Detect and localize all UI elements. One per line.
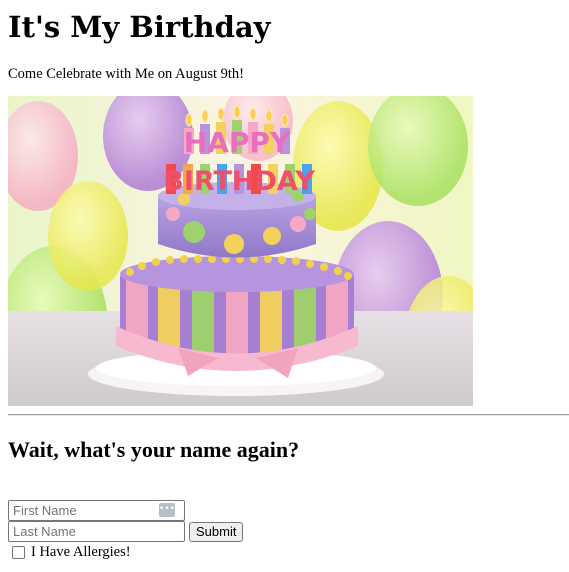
first-name-row: First Name ••• (8, 500, 561, 521)
name-form: First Name ••• Last Name Submit I Have A… (8, 500, 561, 563)
autofill-icon[interactable]: ••• (159, 503, 175, 517)
page-subtitle: Come Celebrate with Me on August 9th! (8, 66, 244, 82)
submit-button[interactable]: Submit (189, 521, 244, 542)
last-name-input[interactable]: Last Name (8, 521, 185, 542)
cake-lettering-bottom: BIRTHDAY (163, 166, 315, 197)
first-name-placeholder: First Name (13, 503, 77, 518)
cake-lettering-top: HAPPY (184, 126, 291, 159)
first-name-input[interactable]: First Name ••• (8, 500, 185, 521)
last-name-row: Last Name Submit (8, 521, 561, 542)
allergies-label[interactable]: I Have Allergies! (31, 544, 131, 561)
section-heading: Wait, what's your name again? (8, 437, 300, 462)
page: It's My Birthday Come Celebrate with Me … (0, 0, 569, 563)
allergies-checkbox[interactable] (12, 546, 25, 559)
last-name-placeholder: Last Name (13, 524, 76, 539)
divider (8, 414, 569, 416)
allergies-row: I Have Allergies! (12, 542, 561, 563)
page-title: It's My Birthday (8, 10, 271, 44)
birthday-cake-image: HAPPY BIRTHDAY (8, 96, 473, 406)
